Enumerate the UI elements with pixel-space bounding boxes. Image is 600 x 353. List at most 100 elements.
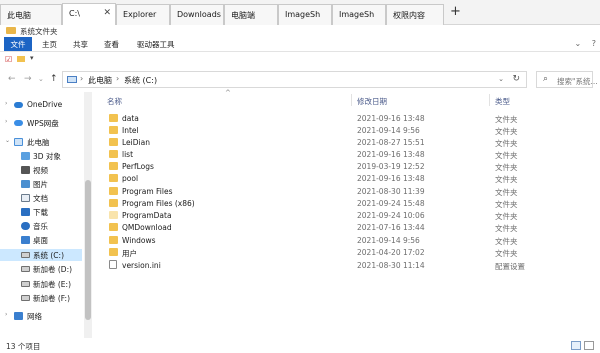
item-count: 13 个项目 [6,342,41,351]
file-row[interactable]: Intel 2021-09-14 9:56 文件夹 [95,124,600,136]
navigation-scrollbar[interactable] [84,92,92,338]
address-dropdown-icon[interactable]: ⌄ [498,75,504,83]
nav-item-documents[interactable]: 文档 [0,192,82,204]
tab-imageshare-1[interactable]: ImageSh [278,4,332,25]
scrollbar-thumb[interactable] [85,180,91,320]
ribbon-tab-drive-tools[interactable]: 驱动器工具 [137,39,175,50]
chevron-right-icon[interactable]: › [5,118,7,125]
nav-item-pictures[interactable]: 图片 [0,178,82,190]
tab-explorer[interactable]: Explorer [116,4,170,25]
chevron-down-icon[interactable]: ⌄ [575,39,582,48]
chevron-down-icon[interactable]: ⌄ [5,137,10,144]
nav-item-3d-objects[interactable]: 3D 对象 [0,150,82,162]
tab-bar: 此电脑 C:\ ✕ Explorer Downloads 电脑端 ImageSh … [0,0,600,25]
file-row[interactable]: list 2021-09-16 13:48 文件夹 [95,148,600,160]
nav-item-downloads[interactable]: 下载 [0,206,82,218]
tab-c-drive[interactable]: C:\ ✕ [62,3,116,25]
details-view-icon[interactable] [571,341,581,350]
tab-pc-side[interactable]: 电脑端 [224,4,278,25]
drive-icon [21,266,30,272]
column-header-date[interactable]: 修改日期 [357,96,387,107]
nav-item-e-drive[interactable]: 新加卷 (E:) [0,278,82,290]
quick-access-toolbar: ☑ ▾ [0,52,600,66]
nav-item-this-pc[interactable]: ⌄ 此电脑 [0,136,82,148]
folder-icon [109,150,118,158]
folder-icon [109,162,118,170]
forward-arrow-icon[interactable]: → [24,74,32,84]
help-icon[interactable]: ? [592,39,596,48]
back-arrow-icon[interactable]: ← [8,74,16,84]
cloud-icon [14,120,23,126]
large-icons-view-icon[interactable] [584,341,594,350]
up-arrow-icon[interactable]: ↑ [50,74,58,84]
window-title-row: 系统文件夹 [0,25,600,37]
nav-item-desktop[interactable]: 桌面 [0,234,82,246]
navigation-pane: › OneDrive › WPS网盘 ⌄ 此电脑 3D 对象 视频 图片 文档 … [0,92,82,338]
file-row[interactable]: Program Files 2021-08-30 11:39 文件夹 [95,185,600,197]
file-row[interactable]: Windows 2021-09-14 9:56 文件夹 [95,234,600,246]
tab-permission[interactable]: 权限内容 [386,4,444,25]
address-bar[interactable]: › 此电脑 › 系统 (C:) ⌄ ↻ [62,71,527,88]
column-divider[interactable] [489,94,490,106]
folder-icon[interactable] [17,56,25,62]
nav-item-network[interactable]: › 网络 [0,310,82,322]
drive-icon [21,295,30,301]
desktop-icon [21,236,30,244]
recent-dropdown-icon[interactable]: ⌄ [38,75,44,83]
file-row[interactable]: pool 2021-09-16 13:48 文件夹 [95,172,600,184]
chevron-right-icon[interactable]: › [5,100,7,107]
file-row[interactable]: version.ini 2021-08-30 11:14 配置设置 [95,259,600,271]
ribbon-tab-view[interactable]: 查看 [104,39,119,50]
ribbon-tab-share[interactable]: 共享 [73,39,88,50]
nav-item-d-drive[interactable]: 新加卷 (D:) [0,263,82,275]
breadcrumb-c-drive[interactable]: 系统 (C:) [124,75,157,86]
picture-icon [21,180,30,188]
folder-icon [109,223,118,231]
tab-downloads[interactable]: Downloads [170,4,224,25]
folder-icon [109,199,118,207]
new-tab-button[interactable]: + [450,4,461,19]
chevron-right-icon[interactable]: › [5,311,7,318]
drive-icon [21,252,30,258]
checkbox-icon[interactable]: ☑ [5,55,12,64]
hidden-folder-icon [109,211,118,219]
file-row[interactable]: 用户 2021-04-20 17:02 文件夹 [95,246,600,258]
customize-arrow-icon[interactable]: ▾ [30,54,34,62]
nav-item-music[interactable]: 音乐 [0,220,82,232]
drive-icon [21,281,30,287]
file-row[interactable]: ProgramData 2021-09-24 10:06 文件夹 [95,209,600,221]
breadcrumb-this-pc[interactable]: 此电脑 [88,75,112,86]
column-header-type[interactable]: 类型 [495,96,510,107]
folder-icon [109,126,118,134]
refresh-icon[interactable]: ↻ [512,74,520,84]
search-input[interactable]: ⌕ 搜索"系统... [536,71,598,88]
file-row[interactable]: QMDownload 2021-07-16 13:44 文件夹 [95,221,600,233]
close-icon[interactable]: ✕ [103,8,111,18]
column-header-name[interactable]: 名称 [107,96,122,107]
nav-item-onedrive[interactable]: › OneDrive [0,99,82,111]
breadcrumb-separator-icon[interactable]: › [116,74,119,83]
computer-icon [14,138,23,146]
folder-icon [109,114,118,122]
document-icon [21,194,30,202]
nav-item-videos[interactable]: 视频 [0,164,82,176]
network-icon [14,312,23,320]
nav-item-c-drive[interactable]: 系统 (C:) [0,249,82,261]
file-list: ^ 名称 修改日期 类型 data 2021-09-16 13:48 文件夹 Int… [95,89,600,338]
file-row[interactable]: LeiDian 2021-08-27 15:51 文件夹 [95,136,600,148]
folder-icon [109,236,118,244]
ribbon-tab-file[interactable]: 文件 [4,37,32,51]
file-row[interactable]: data 2021-09-16 13:48 文件夹 [95,112,600,124]
column-divider[interactable] [351,94,352,106]
ribbon-tab-home[interactable]: 主页 [42,39,57,50]
breadcrumb-separator-icon[interactable]: › [80,74,83,83]
ribbon-controls: ⌄ ? [567,39,597,48]
nav-item-wps[interactable]: › WPS网盘 [0,117,82,129]
file-row[interactable]: Program Files (x86) 2021-09-24 15:48 文件夹 [95,197,600,209]
tab-imageshare-2[interactable]: ImageSh [332,4,386,25]
nav-item-f-drive[interactable]: 新加卷 (F:) [0,292,82,304]
music-icon [21,222,30,230]
tab-this-pc[interactable]: 此电脑 [0,4,62,25]
file-row[interactable]: PerfLogs 2019-03-19 12:52 文件夹 [95,160,600,172]
download-icon [21,208,30,216]
